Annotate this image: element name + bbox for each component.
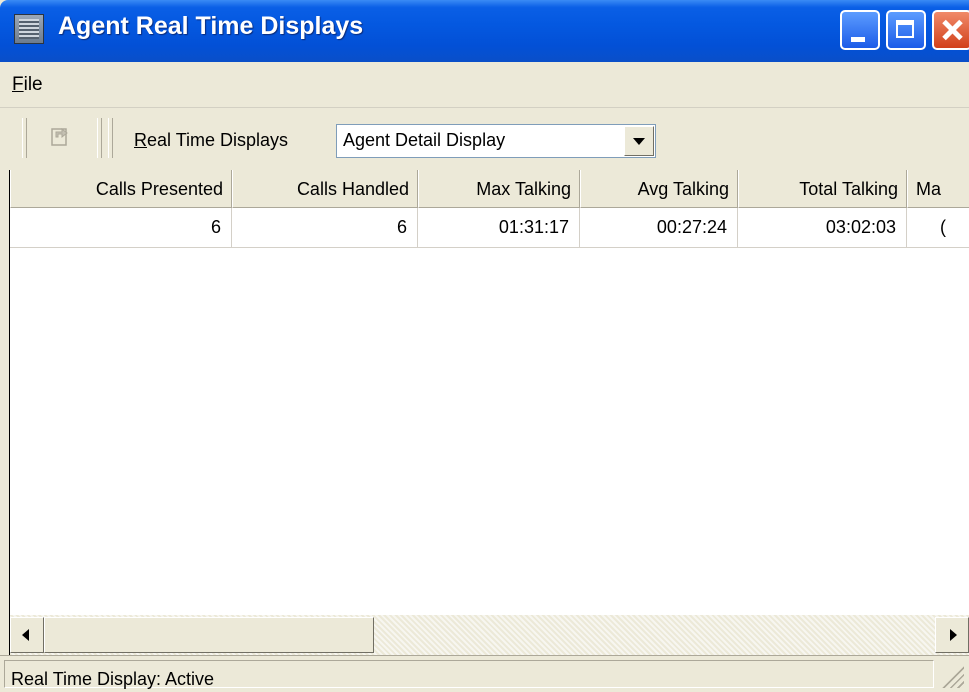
- toolbar-export-icon[interactable]: [50, 123, 72, 147]
- cell-calls-handled: 6: [232, 208, 418, 248]
- dropdown-arrow-icon[interactable]: [624, 126, 654, 156]
- agent-detail-table[interactable]: Calls Presented Calls Handled Max Talkin…: [10, 170, 969, 615]
- cell-calls-presented: 6: [10, 208, 232, 248]
- app-window: Agent Real Time Displays File Real Time …: [0, 0, 969, 692]
- toolbar: Real Time Displays Agent Detail Display: [0, 108, 969, 171]
- toolbar-separator: [97, 118, 102, 158]
- maximize-button[interactable]: [886, 10, 926, 50]
- display-select[interactable]: Agent Detail Display: [336, 124, 656, 158]
- close-button[interactable]: [932, 10, 969, 50]
- toolbar-grip[interactable]: [22, 118, 27, 158]
- window-left-border: [0, 170, 10, 661]
- rtd-label-mnemonic: R: [134, 130, 147, 150]
- column-header-total-talking[interactable]: Total Talking: [738, 170, 907, 208]
- cell-ma: (: [907, 208, 969, 248]
- cell-total-talking: 03:02:03: [738, 208, 907, 248]
- window-title: Agent Real Time Displays: [58, 12, 364, 40]
- horizontal-scrollbar[interactable]: [10, 615, 969, 655]
- status-pane: Real Time Display: Active: [4, 660, 934, 689]
- table-row[interactable]: 6 6 01:31:17 00:27:24 03:02:03 (: [10, 208, 969, 248]
- column-header-max-talking[interactable]: Max Talking: [418, 170, 580, 208]
- scrollbar-thumb[interactable]: [44, 617, 374, 653]
- real-time-displays-label: Real Time Displays: [134, 130, 288, 151]
- table-header: Calls Presented Calls Handled Max Talkin…: [10, 170, 969, 208]
- rtd-label-text: eal Time Displays: [147, 130, 289, 150]
- scroll-right-icon[interactable]: [935, 617, 969, 653]
- app-icon[interactable]: [14, 14, 44, 44]
- menu-file-label: ile: [23, 74, 43, 95]
- display-select-value: Agent Detail Display: [343, 130, 506, 150]
- status-text: Real Time Display: Active: [11, 669, 215, 689]
- cell-avg-talking: 00:27:24: [580, 208, 738, 248]
- title-bar[interactable]: Agent Real Time Displays: [0, 0, 969, 62]
- menu-bar: File: [0, 62, 969, 108]
- resize-grip-icon[interactable]: [940, 664, 964, 688]
- cell-max-talking: 01:31:17: [418, 208, 580, 248]
- status-bar: Real Time Display: Active: [0, 655, 969, 692]
- menu-file-mnemonic: F: [12, 74, 24, 95]
- column-header-avg-talking[interactable]: Avg Talking: [580, 170, 738, 208]
- column-header-calls-presented[interactable]: Calls Presented: [10, 170, 232, 208]
- toolbar-grip-2[interactable]: [108, 118, 113, 158]
- column-header-calls-handled[interactable]: Calls Handled: [232, 170, 418, 208]
- minimize-button[interactable]: [840, 10, 880, 50]
- scroll-left-icon[interactable]: [10, 617, 44, 653]
- column-header-ma[interactable]: Ma: [907, 170, 969, 208]
- menu-file[interactable]: File: [12, 74, 43, 96]
